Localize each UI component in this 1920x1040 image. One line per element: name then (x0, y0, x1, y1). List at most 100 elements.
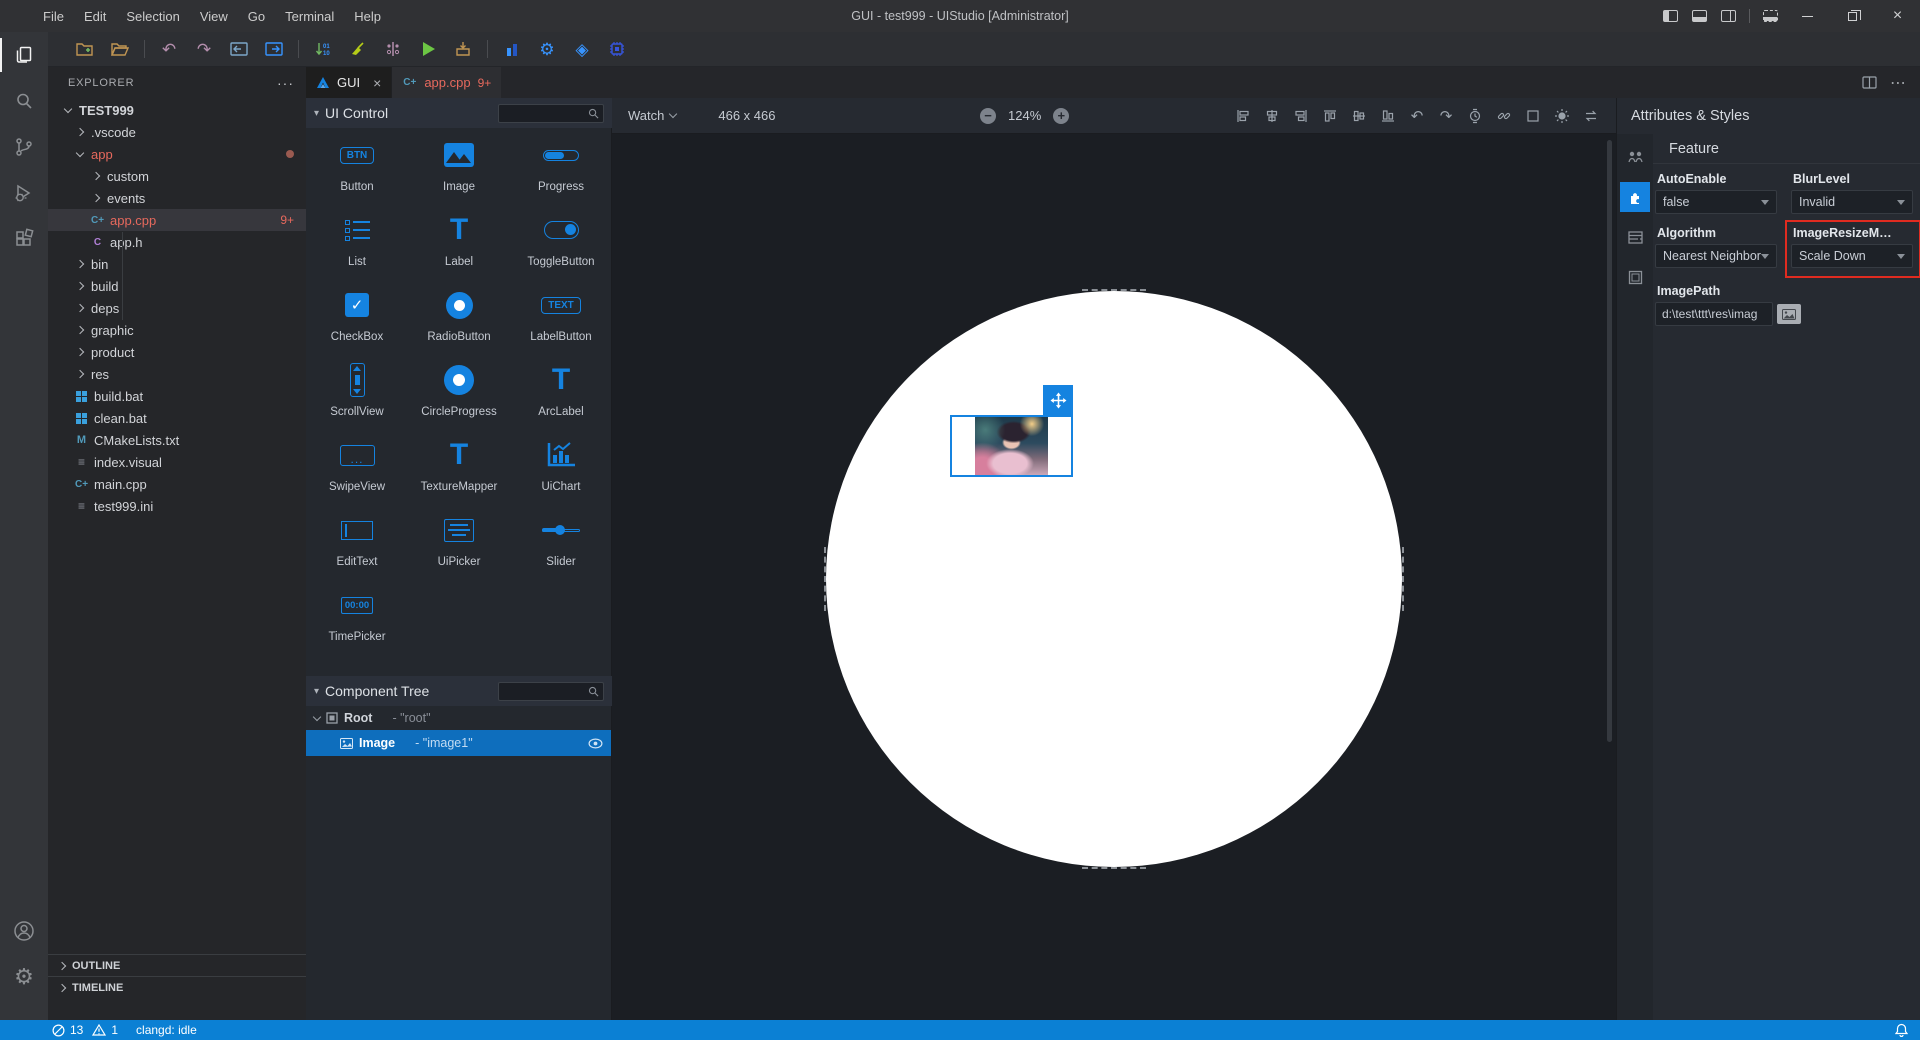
imagepath-input[interactable]: d:\test\ttt\res\imag (1655, 302, 1773, 326)
more-actions-icon[interactable]: ⋯ (1890, 73, 1906, 93)
control-list[interactable]: List (306, 203, 408, 278)
redo-icon[interactable]: ↷ (1435, 106, 1457, 126)
tree-item-vscode[interactable]: .vscode (48, 121, 306, 143)
zoom-out-button[interactable]: − (980, 108, 996, 124)
deploy-package-icon[interactable] (452, 38, 474, 60)
gears-icon[interactable]: ⚙ (536, 38, 558, 60)
tree-item-test999-ini[interactable]: ≡test999.ini (48, 495, 306, 517)
account-icon[interactable] (0, 908, 48, 954)
canvas-scrollbar[interactable] (1607, 140, 1612, 742)
timeline-section[interactable]: TIMELINE (48, 976, 306, 998)
tree-node-image1[interactable]: Image - "image1" (306, 730, 611, 756)
tree-item-custom[interactable]: custom (48, 165, 306, 187)
ui-control-search[interactable] (498, 104, 604, 123)
restore-button[interactable] (1830, 0, 1875, 32)
control-swipeview[interactable]: ...SwipeView (306, 428, 408, 503)
control-radiobutton[interactable]: RadioButton (408, 278, 510, 353)
design-canvas[interactable] (612, 134, 1616, 1020)
explorer-actions-icon[interactable]: ··· (277, 75, 294, 91)
tree-item-test999[interactable]: TEST999 (48, 99, 306, 121)
transform-swap-icon[interactable] (1580, 106, 1602, 126)
collapse-caret-icon[interactable]: ▾ (314, 108, 319, 119)
control-edittext[interactable]: EditText (306, 503, 408, 578)
control-timepicker[interactable]: 00:00TimePicker (306, 578, 408, 653)
imageresizemode-dropdown[interactable]: Scale Down (1791, 244, 1913, 268)
tree-item-app-cpp[interactable]: C+app.cpp9+ (48, 209, 306, 231)
menu-selection[interactable]: Selection (117, 6, 188, 27)
component-tree-search-input[interactable] (503, 685, 588, 697)
open-folder-icon[interactable] (109, 38, 131, 60)
property-table-icon[interactable] (1620, 222, 1650, 252)
control-uichart[interactable]: UiChart (510, 428, 612, 503)
control-checkbox[interactable]: ✓CheckBox (306, 278, 408, 353)
tree-item-main-cpp[interactable]: C+main.cpp (48, 473, 306, 495)
ui-control-search-input[interactable] (503, 107, 588, 119)
align-middle-vertical-icon[interactable] (1348, 106, 1370, 126)
diamond-icon[interactable]: ◈ (571, 38, 593, 60)
import-view-icon[interactable] (228, 38, 250, 60)
control-progress[interactable]: Progress (510, 128, 612, 203)
visibility-eye-icon[interactable] (588, 738, 603, 749)
control-scrollview[interactable]: ScrollView (306, 353, 408, 428)
close-tab-icon[interactable]: × (373, 75, 381, 91)
align-top-icon[interactable] (1319, 106, 1341, 126)
tree-item-app[interactable]: app (48, 143, 306, 165)
control-texturemapper[interactable]: TTextureMapper (408, 428, 510, 503)
root-circle-surface[interactable] (826, 291, 1402, 867)
align-center-horizontal-icon[interactable] (1261, 106, 1283, 126)
tab-gui[interactable]: GUI × (306, 67, 391, 98)
align-left-icon[interactable] (1232, 106, 1254, 126)
control-labelbutton[interactable]: TEXTLabelButton (510, 278, 612, 353)
toggle-sidebar-icon[interactable] (1663, 10, 1678, 22)
run-debug-icon[interactable] (0, 170, 48, 216)
watch-preview-icon[interactable] (1464, 106, 1486, 126)
tree-item-product[interactable]: product (48, 341, 306, 363)
extensions-icon[interactable] (0, 216, 48, 262)
tree-item-build[interactable]: build (48, 275, 306, 297)
tree-item-events[interactable]: events (48, 187, 306, 209)
tree-item-graphic[interactable]: graphic (48, 319, 306, 341)
zoom-in-button[interactable]: + (1053, 108, 1069, 124)
explorer-files-icon[interactable] (0, 32, 48, 78)
problems-status[interactable]: 13 1 (52, 1023, 118, 1037)
menu-view[interactable]: View (191, 6, 237, 27)
tab-app-cpp[interactable]: C+ app.cpp 9+ (391, 67, 501, 98)
tree-item-app-h[interactable]: Capp.h (48, 231, 306, 253)
tree-item-cmakelists[interactable]: MCMakeLists.txt (48, 429, 306, 451)
tree-node-root[interactable]: Root - "root" (306, 706, 611, 730)
clean-broom-icon[interactable] (347, 38, 369, 60)
control-button[interactable]: BTNButton (306, 128, 408, 203)
customize-layout-icon[interactable] (1763, 10, 1778, 22)
format-tool-icon[interactable] (382, 38, 404, 60)
component-tree-search[interactable] (498, 682, 604, 701)
menu-edit[interactable]: Edit (75, 6, 115, 27)
settings-gear-icon[interactable]: ⚙ (0, 954, 48, 1000)
control-label[interactable]: TLabel (408, 203, 510, 278)
undo-icon[interactable]: ↶ (1406, 106, 1428, 126)
tree-item-bin[interactable]: bin (48, 253, 306, 275)
search-icon[interactable] (0, 78, 48, 124)
undo-icon[interactable]: ↶ (158, 38, 180, 60)
tree-item-res[interactable]: res (48, 363, 306, 385)
toggle-panel-icon[interactable] (1692, 10, 1707, 22)
redo-icon[interactable]: ↷ (193, 38, 215, 60)
control-arclabel[interactable]: TArcLabel (510, 353, 612, 428)
run-play-icon[interactable] (417, 38, 439, 60)
notifications-bell-icon[interactable] (1895, 1023, 1908, 1037)
menu-help[interactable]: Help (345, 6, 390, 27)
tree-item-clean-bat[interactable]: clean.bat (48, 407, 306, 429)
menu-go[interactable]: Go (239, 6, 274, 27)
move-handle[interactable] (1043, 385, 1073, 415)
control-circleprogress[interactable]: CircleProgress (408, 353, 510, 428)
control-uipicker[interactable]: UiPicker (408, 503, 510, 578)
control-togglebutton[interactable]: ToggleButton (510, 203, 612, 278)
menu-file[interactable]: File (34, 6, 73, 27)
export-view-icon[interactable] (263, 38, 285, 60)
close-button[interactable]: × (1875, 0, 1920, 32)
layout-box-icon[interactable] (1620, 262, 1650, 292)
feature-puzzle-icon[interactable] (1620, 182, 1650, 212)
control-slider[interactable]: Slider (510, 503, 612, 578)
algorithm-dropdown[interactable]: Nearest Neighbor (1655, 244, 1777, 268)
blurlevel-dropdown[interactable]: Invalid (1791, 190, 1913, 214)
split-editor-icon[interactable] (1858, 73, 1880, 93)
